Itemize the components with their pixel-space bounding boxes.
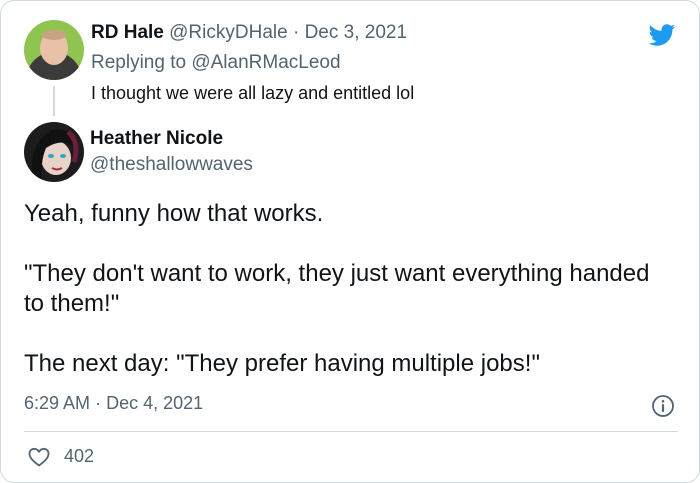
- tweet-paragraph: Yeah, funny how that works.: [24, 200, 324, 227]
- reply-author-name[interactable]: RD Hale: [91, 22, 164, 43]
- tweet-date: Dec 4, 2021: [106, 393, 204, 413]
- rd-hale-avatar[interactable]: [24, 20, 84, 80]
- replying-prefix: Replying to: [91, 52, 187, 73]
- heart-icon[interactable]: [27, 445, 51, 469]
- reply-date[interactable]: Dec 3, 2021: [305, 22, 407, 43]
- tweet-body: Yeah, funny how that works. "They don't …: [24, 199, 664, 379]
- reply-text: I thought we were all lazy and entitled …: [91, 83, 415, 103]
- like-count[interactable]: 402: [64, 446, 94, 467]
- twitter-bird-icon[interactable]: [646, 21, 677, 49]
- replying-to-line: Replying to @AlanRMacLeod: [91, 52, 341, 74]
- reply-author-handle[interactable]: @RickyDHale: [169, 22, 288, 43]
- main-author-name[interactable]: Heather Nicole: [90, 128, 223, 150]
- reply-separator: ·: [292, 22, 300, 43]
- tweet-card: RD Hale @RickyDHale · Dec 3, 2021 Replyi…: [0, 0, 700, 483]
- thread-connector: [53, 86, 55, 116]
- tweet-timestamp[interactable]: 6:29 AM · Dec 4, 2021: [24, 393, 203, 414]
- heather-nicole-avatar[interactable]: [24, 122, 84, 182]
- info-icon[interactable]: [651, 394, 675, 418]
- tweet-paragraph: The next day: "They prefer having multip…: [24, 350, 540, 377]
- replying-to-mention[interactable]: @AlanRMacLeod: [191, 52, 340, 73]
- reply-header: RD Hale @RickyDHale · Dec 3, 2021: [91, 22, 407, 44]
- tweet-paragraph: "They don't want to work, they just want…: [24, 260, 650, 317]
- main-author-handle[interactable]: @theshallowwaves: [90, 154, 253, 176]
- timestamp-separator: ·: [95, 393, 102, 413]
- tweet-time: 6:29 AM: [24, 393, 91, 413]
- divider: [24, 431, 678, 432]
